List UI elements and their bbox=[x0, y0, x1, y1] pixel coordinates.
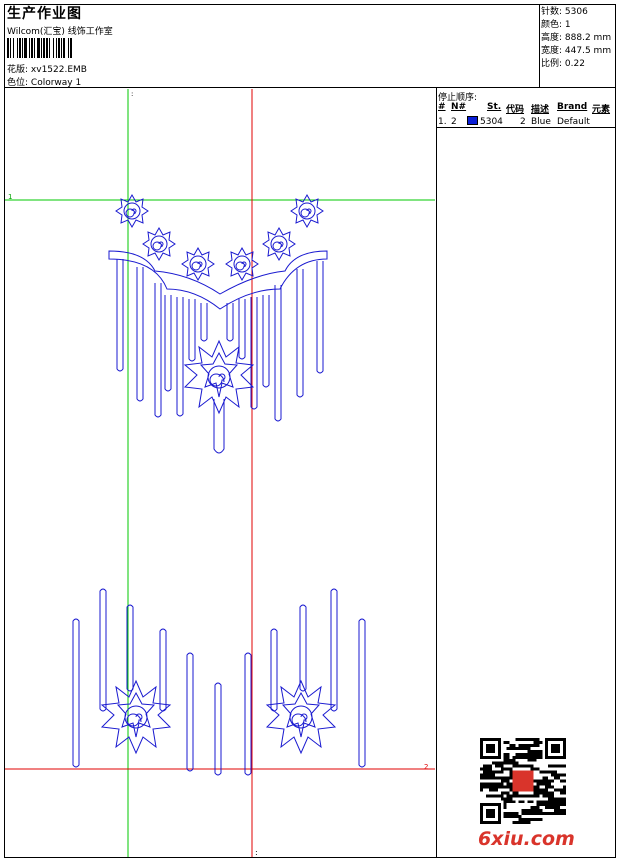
col-header-code: 代码 bbox=[506, 105, 525, 115]
row-stitches: 5304 bbox=[480, 117, 503, 127]
marker-top-right: 2 bbox=[424, 763, 428, 771]
stat-width: 宽度: 447.5 mm bbox=[541, 46, 612, 56]
design-value: xv1522.EMB bbox=[30, 65, 87, 75]
colorway-row: 色位: Colorway 1 bbox=[7, 75, 81, 88]
stat-scale: 比例: 0.22 bbox=[541, 59, 585, 69]
row-brand: Default bbox=[557, 117, 590, 127]
row-code: 2 bbox=[520, 117, 526, 127]
stop-sequence-bottom bbox=[437, 127, 615, 128]
design-row: 花版: xv1522.EMB bbox=[7, 62, 87, 75]
stats-panel: 针数: 5306 颜色: 1 高度: 888.2 mm 宽度: 447.5 mm… bbox=[541, 6, 611, 71]
colorway-label: 色位: bbox=[7, 78, 29, 88]
svg-text::: : bbox=[131, 90, 133, 98]
marker-top-left: 1 bbox=[8, 193, 12, 201]
col-header-stitches: St. bbox=[487, 102, 502, 112]
marker-bottom: : bbox=[255, 848, 258, 857]
company-name: Wilcom(汇宝) 线饰工作室 bbox=[7, 27, 113, 37]
row-index: 1. bbox=[438, 117, 447, 127]
col-header-description: 描述 bbox=[531, 105, 550, 115]
header-stats-divider bbox=[539, 5, 540, 88]
row-needle: 2 bbox=[451, 117, 457, 127]
thread-color-swatch bbox=[467, 116, 478, 125]
design-label: 花版: bbox=[7, 65, 29, 75]
necklace-motif bbox=[108, 250, 328, 454]
stat-stitches: 针数: 5306 bbox=[541, 7, 588, 17]
stat-colors: 颜色: 1 bbox=[541, 20, 571, 30]
row-description: Blue bbox=[531, 117, 551, 127]
embroidery-design-canvas: 1 2 : : bbox=[5, 89, 435, 857]
col-header-brand: Brand bbox=[557, 102, 588, 112]
qr-logo-stamp bbox=[512, 770, 534, 792]
barcode bbox=[7, 38, 72, 58]
header-divider bbox=[5, 87, 615, 88]
site-logo[interactable]: 6xiu.com bbox=[478, 828, 575, 850]
panel-divider bbox=[436, 88, 437, 857]
col-header-index: # bbox=[438, 102, 446, 112]
col-header-elements: 元素 bbox=[592, 105, 611, 115]
stat-height: 高度: 888.2 mm bbox=[541, 33, 612, 43]
colorway-value: Colorway 1 bbox=[30, 78, 82, 88]
col-header-needle: N# bbox=[451, 102, 467, 112]
page-title: 生产作业图 bbox=[7, 6, 82, 22]
qr-code[interactable] bbox=[480, 738, 566, 824]
